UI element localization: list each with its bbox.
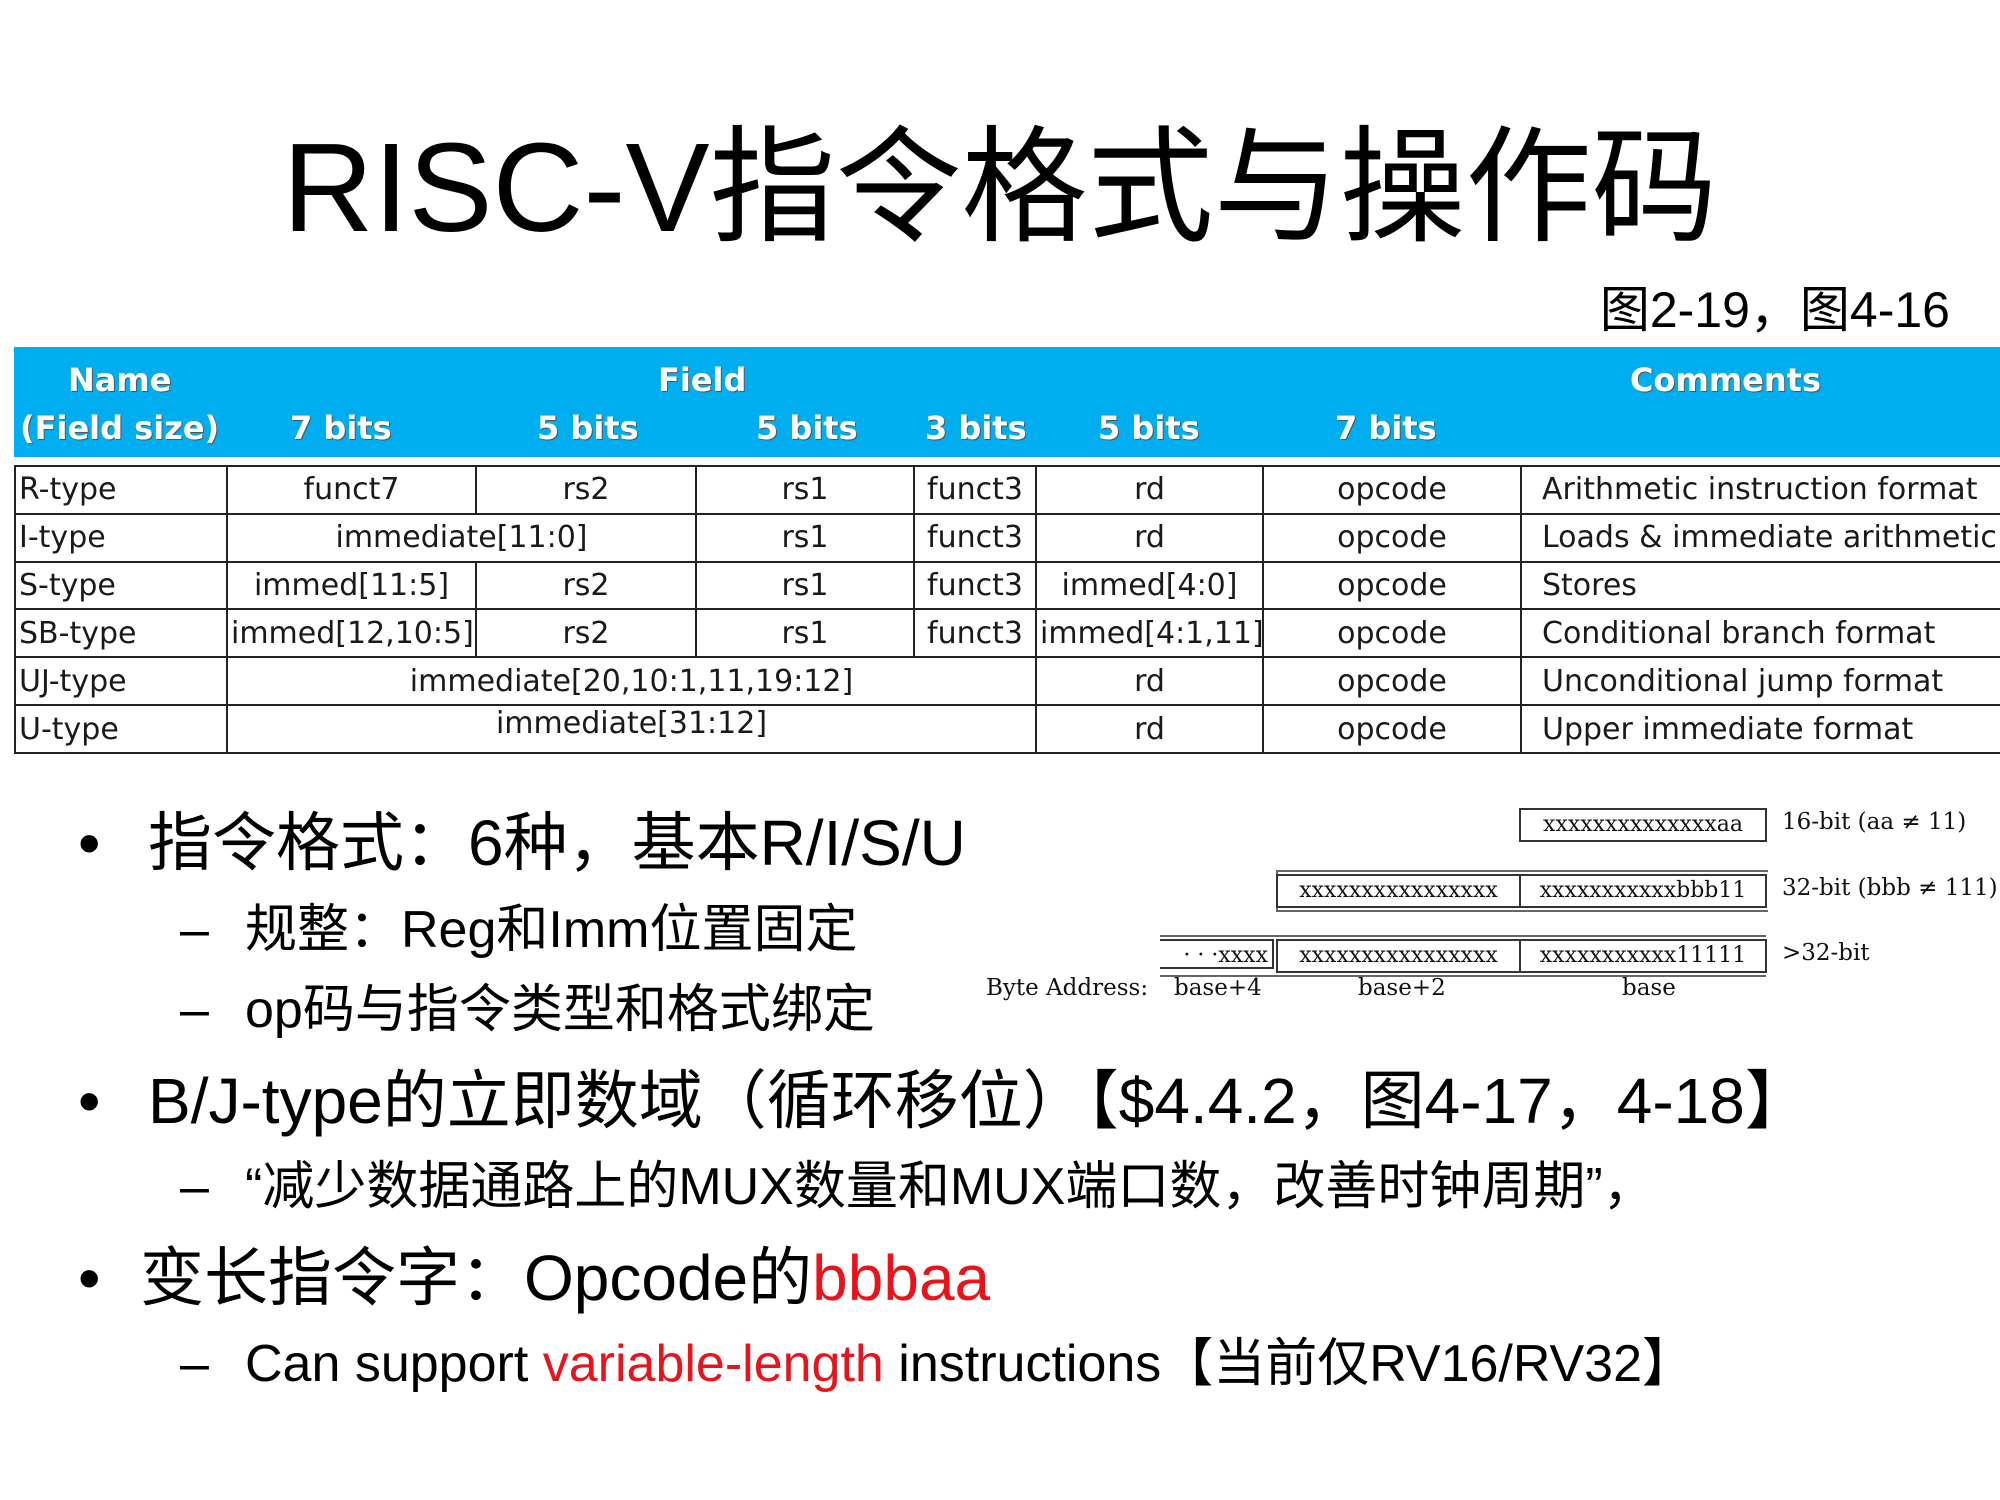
bullet-dot: • xyxy=(78,1065,101,1137)
field-cell: immediate[11:0] xyxy=(226,512,697,563)
field-cell: rs2 xyxy=(475,465,697,515)
encoding-label-32bit: 32-bit (bbb ≠ 111) xyxy=(1782,875,1998,901)
figure-reference: 图2-19，图4-16 xyxy=(1599,282,1950,338)
bullet-text: 变长指令字：Opcode的 xyxy=(140,1242,813,1314)
row-name: U-type xyxy=(14,704,228,754)
field-cell: rd xyxy=(1035,465,1264,515)
field-cell: opcode xyxy=(1262,656,1522,707)
field-cell: immed[4:1,11] xyxy=(1035,608,1264,659)
address-base: base xyxy=(1622,975,1676,1001)
bullet-variable-length: • 变长指令字：Opcode的bbbaa xyxy=(78,1238,990,1318)
field-cell: opcode xyxy=(1262,608,1522,659)
bullet-text-highlight: bbbaa xyxy=(812,1242,991,1314)
header-size-opcode: 7 bits xyxy=(1335,409,1437,447)
field-cell: rd xyxy=(1035,704,1264,754)
field-cell: immediate[20,10:1,11,19:12] xyxy=(226,656,1037,707)
comment-cell: Arithmetic instruction format xyxy=(1520,465,2000,515)
row-name: R-type xyxy=(14,465,228,515)
table-row: S-type immed[11:5] rs2 rs1 funct3 immed[… xyxy=(14,560,2000,611)
field-cell: rs1 xyxy=(695,512,915,563)
encoding-box-long-mid: xxxxxxxxxxxxxxxx xyxy=(1276,939,1521,973)
sub-bullet-mux: – “减少数据通路上的MUX数量和MUX端口数，改善时钟周期”， xyxy=(180,1155,1655,1219)
field-cell: funct3 xyxy=(913,560,1037,611)
field-cell: rs2 xyxy=(475,560,697,611)
sub-bullet-opcode-binding: – op码与指令类型和格式绑定 xyxy=(180,978,875,1042)
sub-bullet-text: op码与指令类型和格式绑定 xyxy=(245,981,875,1039)
bullet-instruction-formats: • 指令格式：6种，基本R/I/S/U xyxy=(78,803,966,883)
field-cell: rs2 xyxy=(475,608,697,659)
header-field-size: (Field size) xyxy=(20,409,220,447)
comment-cell: Conditional branch format xyxy=(1520,608,2000,659)
field-cell: rs1 xyxy=(695,465,915,515)
table-row: I-type immediate[11:0] rs1 funct3 rd opc… xyxy=(14,512,2000,563)
sub-bullet-highlight: variable-length xyxy=(542,1335,884,1393)
header-size-funct3: 3 bits xyxy=(925,409,1027,447)
address-base-plus-4: base+4 xyxy=(1174,975,1262,1001)
field-cell: opcode xyxy=(1262,512,1522,563)
address-base-plus-2: base+2 xyxy=(1358,975,1446,1001)
comment-cell: Unconditional jump format xyxy=(1520,656,2000,707)
encoding-box-16bit: xxxxxxxxxxxxxxaa xyxy=(1519,808,1767,842)
sub-bullet-text: “减少数据通路上的MUX数量和MUX端口数，改善时钟周期”， xyxy=(245,1158,1655,1216)
header-comments: Comments xyxy=(1630,361,1821,399)
sub-bullet-regular: – 规整：Reg和Imm位置固定 xyxy=(180,898,857,962)
table-row: U-type immediate[31:12] rd opcode Upper … xyxy=(14,704,2000,754)
dash: – xyxy=(180,901,209,959)
table-row: UJ-type immediate[20,10:1,11,19:12] rd o… xyxy=(14,656,2000,707)
dash: – xyxy=(180,1335,209,1393)
encoding-box-long-low: xxxxxxxxxxx11111 xyxy=(1519,939,1767,973)
encoding-box-32bit-low: xxxxxxxxxxxbbb11 xyxy=(1519,874,1767,908)
header-size-rs1: 5 bits xyxy=(756,409,858,447)
comment-cell: Stores xyxy=(1520,560,2000,611)
encoding-label-16bit: 16-bit (aa ≠ 11) xyxy=(1782,809,1967,835)
bullet-text: 指令格式：6种，基本R/I/S/U xyxy=(148,807,966,879)
field-cell: opcode xyxy=(1262,560,1522,611)
header-size-funct7: 7 bits xyxy=(290,409,392,447)
field-cell: immed[12,10:5] xyxy=(226,608,477,659)
bullet-dot: • xyxy=(78,1242,101,1314)
field-cell: immed[11:5] xyxy=(226,560,477,611)
row-name: SB-type xyxy=(14,608,228,659)
sub-bullet-variable-length: – Can support variable-length instruction… xyxy=(180,1332,1694,1396)
field-cell: funct3 xyxy=(913,608,1037,659)
comment-cell: Loads & immediate arithmetic xyxy=(1520,512,2000,563)
field-cell: immed[4:0] xyxy=(1035,560,1264,611)
field-cell: immediate[31:12] xyxy=(226,704,1037,754)
table-row: R-type funct7 rs2 rs1 funct3 rd opcode A… xyxy=(14,465,2000,515)
bullet-text: B/J-type的立即数域（循环移位）【$4.4.2，图4-17，4-18】 xyxy=(148,1065,1809,1137)
dash: – xyxy=(180,1158,209,1216)
bullet-dot: • xyxy=(78,807,101,879)
field-cell: rs1 xyxy=(695,560,915,611)
bullet-bj-immediate: • B/J-type的立即数域（循环移位）【$4.4.2，图4-17，4-18】 xyxy=(78,1061,1809,1141)
field-cell: rd xyxy=(1035,656,1264,707)
field-cell: rd xyxy=(1035,512,1264,563)
sub-bullet-text: 规整：Reg和Imm位置固定 xyxy=(245,901,858,959)
row-name: I-type xyxy=(14,512,228,563)
table-row: SB-type immed[12,10:5] rs2 rs1 funct3 im… xyxy=(14,608,2000,659)
sub-bullet-text: Can support xyxy=(245,1335,543,1393)
field-cell: opcode xyxy=(1262,465,1522,515)
header-size-rs2: 5 bits xyxy=(537,409,639,447)
comment-cell: Upper immediate format xyxy=(1520,704,2000,754)
field-cell: opcode xyxy=(1262,704,1522,754)
encoding-box-32bit-high: xxxxxxxxxxxxxxxx xyxy=(1276,874,1521,908)
row-name: S-type xyxy=(14,560,228,611)
field-cell: rs1 xyxy=(695,608,915,659)
header-size-rd: 5 bits xyxy=(1098,409,1200,447)
row-name: UJ-type xyxy=(14,656,228,707)
dash: – xyxy=(180,981,209,1039)
header-name: Name xyxy=(68,361,172,399)
field-cell: funct3 xyxy=(913,512,1037,563)
slide-title: RISC-V指令格式与操作码 xyxy=(282,117,1718,258)
field-cell: funct3 xyxy=(913,465,1037,515)
byte-address-label: Byte Address: xyxy=(986,975,1149,1001)
header-field: Field xyxy=(658,361,747,399)
sub-bullet-text: instructions【当前仅RV16/RV32】 xyxy=(883,1335,1695,1393)
instruction-format-table: R-type funct7 rs2 rs1 funct3 rd opcode A… xyxy=(14,465,2000,754)
field-cell: funct7 xyxy=(226,465,477,515)
encoding-label-long: >32-bit xyxy=(1782,940,1870,966)
encoding-box-long-ext: · · ·xxxx xyxy=(1160,939,1274,969)
